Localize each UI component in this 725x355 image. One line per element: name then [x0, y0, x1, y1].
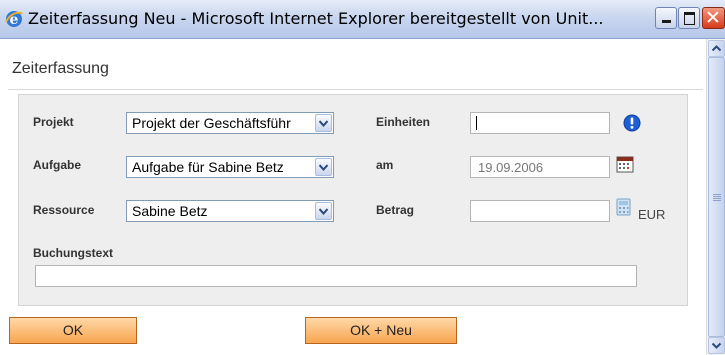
- date-value: 19.09.2006: [478, 160, 544, 175]
- window-title: Zeiterfassung Neu - Microsoft Internet E…: [28, 9, 604, 28]
- chevron-down-icon[interactable]: [315, 202, 332, 220]
- info-icon[interactable]: [623, 114, 641, 132]
- aufgabe-label: Aufgabe: [33, 158, 81, 172]
- chevron-down-icon[interactable]: [315, 114, 332, 132]
- ok-button[interactable]: OK: [9, 317, 137, 344]
- projekt-label: Projekt: [33, 115, 74, 129]
- am-label: am: [376, 158, 394, 172]
- ressource-value: Sabine Betz: [132, 203, 208, 219]
- ok-new-button[interactable]: OK + Neu: [305, 317, 457, 344]
- buchungstext-label: Buchungstext: [33, 246, 114, 260]
- close-icon[interactable]: ✕: [702, 7, 725, 29]
- betrag-label: Betrag: [376, 203, 415, 217]
- einheiten-label: Einheiten: [376, 115, 431, 129]
- date-input[interactable]: 19.09.2006: [470, 156, 610, 178]
- projekt-select[interactable]: Projekt der Geschäftsführ: [126, 112, 334, 134]
- title-bar[interactable]: e Zeiterfassung Neu - Microsoft Internet…: [0, 0, 725, 39]
- ressource-select[interactable]: Sabine Betz: [126, 200, 334, 222]
- time-entry-form: Projekt Projekt der Geschäftsführ Aufgab…: [18, 94, 688, 306]
- einheiten-input[interactable]: [470, 112, 610, 134]
- scroll-up-arrow[interactable]: [708, 40, 725, 57]
- ie-icon: e: [5, 11, 23, 28]
- betrag-input[interactable]: [470, 200, 610, 222]
- calendar-icon[interactable]: [616, 155, 634, 173]
- calculator-icon[interactable]: [616, 198, 632, 216]
- projekt-value: Projekt der Geschäftsführ: [132, 115, 291, 131]
- scroll-down-arrow[interactable]: [708, 337, 725, 354]
- vertical-scrollbar[interactable]: [706, 39, 725, 355]
- currency-unit: EUR: [638, 207, 666, 222]
- minimize-icon[interactable]: [655, 7, 677, 29]
- ressource-label: Ressource: [33, 203, 95, 217]
- text-cursor: [476, 116, 477, 130]
- chevron-down-icon[interactable]: [315, 158, 332, 176]
- scroll-thumb[interactable]: [708, 57, 725, 337]
- buchungstext-input[interactable]: [35, 265, 637, 287]
- page-title: Zeiterfassung: [12, 60, 109, 77]
- aufgabe-value: Aufgabe für Sabine Betz: [132, 159, 284, 175]
- maximize-icon[interactable]: [678, 7, 700, 29]
- browser-window: e Zeiterfassung Neu - Microsoft Internet…: [0, 0, 725, 355]
- page-content: Zeiterfassung Projekt Projekt der Geschä…: [0, 39, 706, 355]
- divider: [8, 89, 703, 90]
- aufgabe-select[interactable]: Aufgabe für Sabine Betz: [126, 156, 334, 178]
